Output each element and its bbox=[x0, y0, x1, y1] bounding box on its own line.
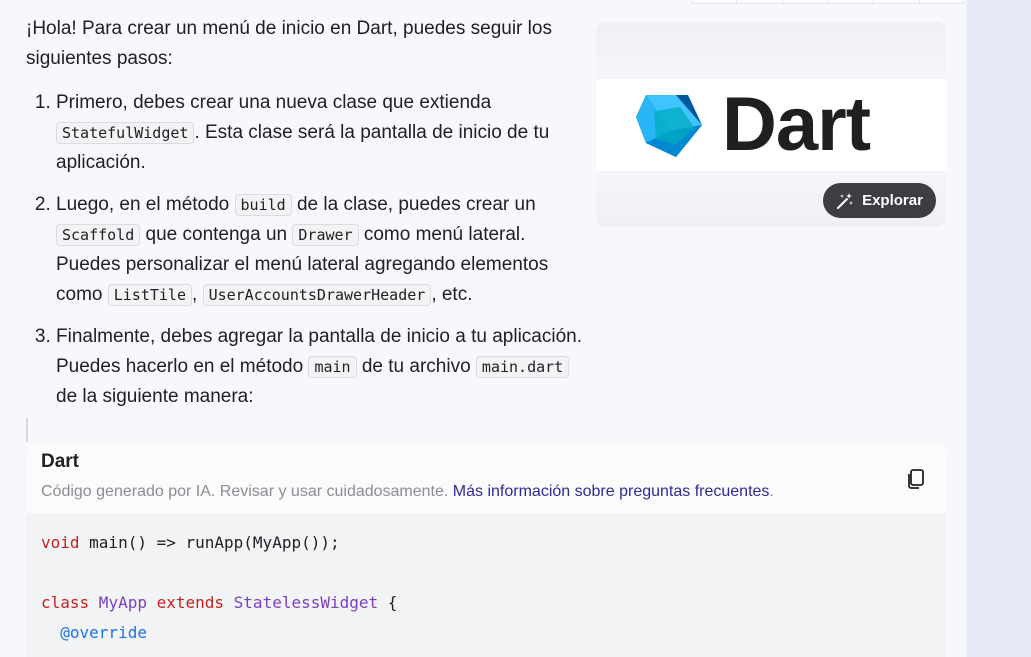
explore-button[interactable]: Explorar bbox=[823, 183, 936, 218]
quote-divider bbox=[26, 418, 28, 442]
disclaimer-text: Código generado por IA. Revisar y usar c… bbox=[41, 483, 449, 500]
copy-icon[interactable] bbox=[904, 467, 928, 491]
step-text: de la siguiente manera: bbox=[56, 386, 254, 407]
app-root: ¡Hola! Para crear un menú de inicio en D… bbox=[0, 0, 1031, 657]
chat-response-card: ¡Hola! Para crear un menú de inicio en D… bbox=[0, 0, 966, 657]
inline-code: main bbox=[308, 356, 357, 378]
steps-list: Primero, debes crear una nueva clase que… bbox=[26, 88, 582, 412]
step-text: Luego, en el método bbox=[56, 194, 235, 215]
toolbar-button[interactable] bbox=[783, 0, 829, 3]
dart-logo-text: Dart bbox=[722, 82, 871, 167]
answer-text: ¡Hola! Para crear un menú de inicio en D… bbox=[26, 14, 582, 424]
step-text: , etc. bbox=[431, 284, 473, 305]
code-text: main() => runApp(MyApp()); bbox=[79, 533, 340, 552]
code-keyword: class bbox=[41, 593, 90, 612]
inline-code: StatefulWidget bbox=[56, 122, 195, 144]
toolbar-button[interactable] bbox=[920, 0, 965, 3]
disclaimer-end: . bbox=[769, 483, 774, 500]
right-margin bbox=[967, 0, 1031, 657]
code-block: Dart Código generado por IA. Revisar y u… bbox=[26, 443, 946, 657]
step-text: de tu archivo bbox=[356, 356, 476, 377]
dart-image-card[interactable]: Dart Explorar bbox=[596, 22, 946, 227]
code-keyword: void bbox=[41, 533, 80, 552]
step-text: Primero, debes crear una nueva clase que… bbox=[56, 92, 492, 113]
code-text: { bbox=[378, 593, 398, 612]
code-language: Dart bbox=[41, 451, 80, 472]
answer-intro: ¡Hola! Para crear un menú de inicio en D… bbox=[26, 18, 552, 69]
step-item: Luego, en el método build de la clase, p… bbox=[56, 190, 582, 310]
code-line: class MyApp extends StatelessWidget { bbox=[41, 593, 397, 612]
inline-code: UserAccountsDrawerHeader bbox=[202, 284, 432, 306]
top-toolbar bbox=[690, 0, 966, 4]
toolbar-button[interactable] bbox=[874, 0, 921, 3]
inline-code: ListTile bbox=[107, 284, 192, 306]
code-line: void main() => runApp(MyApp()); bbox=[41, 533, 340, 552]
dart-logo-icon bbox=[636, 95, 702, 157]
code-keyword: extends bbox=[146, 593, 225, 612]
toolbar-button[interactable] bbox=[737, 0, 783, 3]
step-text: que contenga un bbox=[140, 224, 293, 245]
magic-wand-icon bbox=[837, 192, 854, 209]
code-class: StatelessWidget bbox=[224, 593, 379, 612]
code-annotation: @override bbox=[60, 623, 147, 642]
dart-logo: Dart bbox=[596, 79, 946, 171]
inline-code: main.dart bbox=[475, 356, 570, 378]
inline-code: build bbox=[234, 194, 292, 216]
step-item: Finalmente, debes agregar la pantalla de… bbox=[56, 322, 582, 412]
step-item: Primero, debes crear una nueva clase que… bbox=[56, 88, 582, 178]
inline-code: Scaffold bbox=[56, 224, 141, 246]
toolbar-button[interactable] bbox=[691, 0, 737, 3]
inline-code: Drawer bbox=[292, 224, 359, 246]
code-disclaimer: Código generado por IA. Revisar y usar c… bbox=[41, 483, 774, 501]
code-header: Dart Código generado por IA. Revisar y u… bbox=[26, 443, 946, 513]
code-body: void main() => runApp(MyApp()); class My… bbox=[26, 513, 946, 657]
toolbar-button[interactable] bbox=[828, 0, 875, 3]
code-line: @override bbox=[41, 623, 147, 642]
step-text: , bbox=[192, 284, 203, 305]
faq-link[interactable]: Más información sobre preguntas frecuent… bbox=[453, 483, 770, 500]
explore-label: Explorar bbox=[862, 192, 923, 209]
step-text: de la clase, puedes crear un bbox=[291, 194, 536, 215]
code-class: MyApp bbox=[89, 593, 147, 612]
